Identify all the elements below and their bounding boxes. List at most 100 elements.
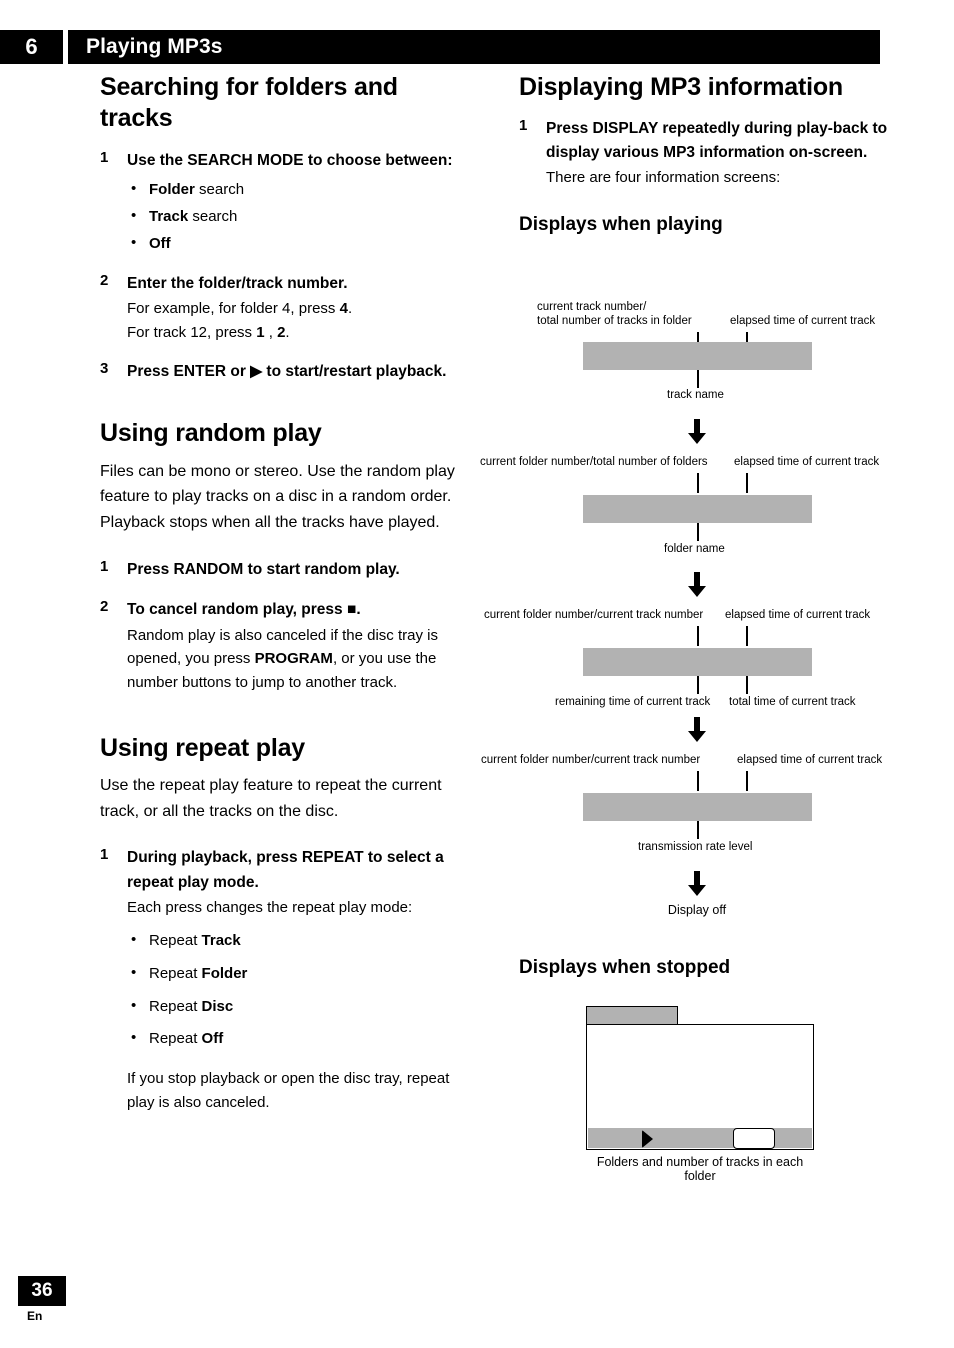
manual-page: 6 Playing MP3s Searching for folders and… (0, 0, 954, 1348)
step-number: 1 (100, 846, 109, 864)
step-detail: There are four information screens: (546, 169, 781, 187)
down-arrow-icon-2 (686, 572, 708, 598)
period: . (347, 300, 353, 318)
leader-line (697, 370, 699, 388)
callout-top-left: current folder number/current track numb… (481, 754, 701, 766)
step-number: 2 (100, 598, 109, 616)
press-enter-text: Press ENTER or (127, 362, 251, 380)
step-enter-number: 2 Enter the folder/track number. For exa… (100, 272, 470, 344)
repeat-mode-label: Off (201, 1030, 224, 1048)
leader-line (697, 676, 699, 694)
play-icon: ▶ (250, 362, 263, 380)
option-label: Track (149, 208, 189, 226)
step-search-mode: 1 Use the SEARCH MODE to choose between:… (100, 149, 470, 256)
step-number: 1 (519, 116, 528, 134)
search-mode-options: Folder search Track search Off (127, 178, 470, 256)
list-item: Off (127, 232, 470, 256)
repeat-play-intro: Use the repeat play feature to repeat th… (100, 777, 442, 820)
example-folder-text: For example, for folder 4, press (127, 300, 340, 318)
osd-diagram-4: current folder number/current track numb… (481, 753, 919, 873)
callout-top-right: elapsed time of current track (734, 456, 880, 468)
leader-line (746, 771, 748, 791)
step-press-display: 1 Press DISPLAY repeatedly during play-b… (519, 117, 919, 191)
leader-line (697, 771, 699, 791)
heading-displays-when-playing: Displays when playing (519, 214, 723, 236)
period: . (356, 601, 361, 619)
heading-searching-folders-tracks: Searching for folders and tracks (100, 73, 398, 132)
step-number: 1 (100, 149, 109, 166)
step-number: 3 (100, 359, 109, 377)
osd-bar (583, 495, 812, 523)
separator: , (264, 323, 278, 341)
repeat-prefix: Repeat (149, 997, 202, 1015)
step-detail: For example, for folder 4, press 4. For … (127, 297, 470, 344)
stop-icon: ■ (346, 601, 357, 619)
option-label: Folder (149, 181, 195, 199)
step-press-random: 1 Press RANDOM to start random play. (100, 558, 470, 582)
osd-diagram-2: current folder number/total number of fo… (480, 455, 919, 575)
step-number: 2 (100, 271, 109, 289)
down-arrow-icon-4 (686, 871, 708, 897)
osd-diagram-3: current folder number/current track numb… (484, 608, 919, 728)
stopped-display-figure (586, 1006, 816, 1151)
heading-displays-when-stopped: Displays when stopped (519, 957, 731, 978)
osd-bar (583, 648, 812, 676)
page-number: 36 (18, 1276, 66, 1306)
list-item: Repeat Disc (127, 995, 470, 1019)
callout-top-right: elapsed time of current track (725, 609, 871, 621)
play-icon (642, 1130, 653, 1148)
period: . (285, 323, 290, 341)
random-play-intro: Files can be mono or stereo. Use the ran… (100, 462, 455, 532)
down-arrow-icon-3 (686, 717, 708, 743)
repeat-mode-label: Disc (201, 997, 234, 1015)
step-text: Press ENTER or ▶ to start/restart playba… (127, 360, 470, 384)
callout-top-left: current folder number/total number of fo… (480, 456, 708, 468)
step-cancel-random: 2 To cancel random play, press ■. Random… (100, 598, 470, 695)
press-enter-text-cont: to start/restart playback. (262, 362, 447, 380)
callout-bottom-right: total time of current track (729, 696, 856, 708)
callout-bottom-left: folder name (664, 543, 725, 555)
cancel-random-text: To cancel random play, press (127, 601, 347, 619)
chapter-title-bar: Playing MP3s (68, 30, 880, 64)
chapter-number: 6 (0, 30, 63, 64)
leader-line (746, 676, 748, 694)
option-suffix: search (188, 208, 238, 226)
right-column: Displaying MP3 information 1 Press DISPL… (519, 72, 919, 248)
step-press-enter: 3 Press ENTER or ▶ to start/restart play… (100, 360, 470, 384)
callout-top-right: elapsed time of current track (730, 315, 876, 327)
step-text: Use the SEARCH MODE to choose between: (127, 152, 453, 169)
display-off-label: Display off (667, 903, 727, 917)
list-item: Repeat Track (127, 929, 470, 953)
stopped-figure-caption: Folders and number of tracks in each fol… (596, 1155, 804, 1183)
option-label: Off (149, 235, 171, 253)
option-suffix: search (194, 181, 245, 199)
callout-top-left: current track number/ total number of tr… (537, 301, 692, 328)
key-label: 1 (256, 323, 265, 341)
heading-using-random-play: Using random play (100, 419, 322, 448)
step-number: 1 (100, 557, 109, 575)
repeat-mode-label: Track (201, 932, 241, 949)
leader-line (697, 626, 699, 646)
osd-diagram-1: current track number/ total number of tr… (519, 300, 919, 420)
osd-bar (583, 793, 812, 821)
chapter-title: Playing MP3s (86, 35, 223, 58)
leader-line (697, 473, 699, 493)
heading-displaying-mp3-information: Displaying MP3 information (519, 73, 843, 101)
callout-bottom-left: remaining time of current track (555, 696, 711, 708)
left-column: Searching for folders and tracks 1 Use t… (100, 72, 470, 1115)
list-item: Track search (127, 205, 470, 229)
running-header: 6 Playing MP3s (0, 30, 880, 64)
key-label: 4 (339, 300, 348, 318)
osd-bar (583, 342, 812, 370)
repeat-prefix: Repeat (149, 964, 202, 982)
leader-line (746, 626, 748, 646)
repeat-prefix: Repeat (149, 932, 202, 949)
example-track-text: For track 12, press (127, 323, 257, 341)
list-item: Repeat Folder (127, 962, 470, 986)
repeat-mode-options: Repeat Track Repeat Folder Repeat Disc R… (127, 929, 470, 1051)
repeat-closing-note: If you stop playback or open the disc tr… (127, 1070, 450, 1111)
leader-line (697, 821, 699, 839)
list-item: Repeat Off (127, 1027, 470, 1051)
step-detail: Each press changes the repeat play mode: (127, 899, 413, 917)
leader-line (697, 523, 699, 541)
